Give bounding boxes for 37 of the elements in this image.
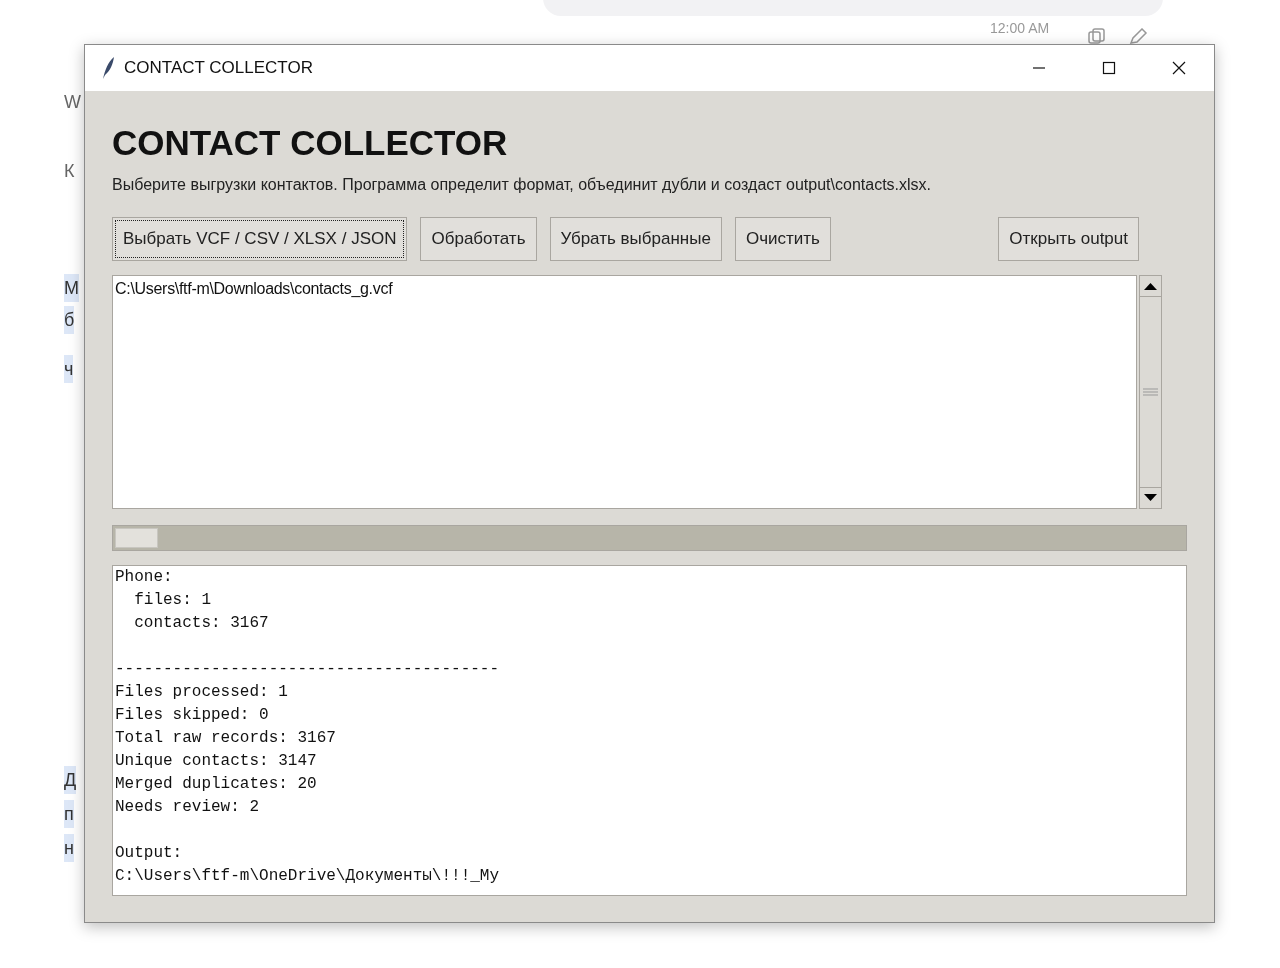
chat-text-fragment: п — [64, 800, 74, 828]
window-title: CONTACT COLLECTOR — [124, 57, 313, 80]
log-line: files: 1 — [133, 590, 212, 611]
pencil-icon — [1128, 28, 1148, 44]
chat-text-fragment: б — [64, 306, 75, 334]
log-line: Phone: — [115, 567, 174, 588]
log-line: contacts: 3167 — [133, 613, 270, 634]
scrollbar[interactable] — [1139, 275, 1162, 509]
feather-icon — [101, 56, 115, 80]
log-line: Files skipped: 0 — [115, 705, 270, 726]
toolbar-button[interactable]: Убрать выбранные — [549, 217, 722, 261]
toolbar-button[interactable]: Открыть output — [998, 217, 1139, 261]
log-line: Needs review: 2 — [115, 797, 261, 818]
log-line: C:\Users\ftf-m\OneDrive\Документы\!!!_My — [115, 866, 501, 887]
log-line: Files processed: 1 — [115, 682, 289, 703]
log-line: ---------------------------------------- — [115, 659, 501, 680]
file-list-item[interactable]: C:\Users\ftf-m\Downloads\contacts_g.vcf — [115, 278, 1136, 300]
toolbar-button[interactable]: Очистить — [734, 217, 831, 261]
close-icon[interactable] — [1172, 61, 1186, 75]
chat-text-fragment: W — [64, 91, 81, 114]
toolbar-button[interactable]: Обработать — [420, 217, 537, 261]
chat-text-fragment: М — [64, 274, 79, 302]
description-text: Выберите выгрузки контактов. Программа определит формат, объединит дубли и создаст output\contacts.xlsx. — [112, 175, 933, 195]
grip-icon — [1143, 387, 1158, 397]
chat-text-fragment: ч — [64, 355, 74, 383]
log-line: Unique contacts: 3147 — [115, 751, 318, 772]
log-line: Output: — [115, 843, 184, 864]
app-heading: CONTACT COLLECTOR — [112, 122, 509, 164]
chat-text-fragment: К — [64, 160, 75, 183]
chat-text-fragment: Д — [64, 766, 77, 794]
copy-icon — [1088, 28, 1106, 44]
log-line: Total raw records: 3167 — [115, 728, 337, 749]
message-time: 12:00 AM — [990, 19, 1050, 38]
log-line: Merged duplicates: 20 — [115, 774, 318, 795]
toolbar-button[interactable]: Выбрать VCF / CSV / XLSX / JSON — [112, 217, 408, 261]
maximize-icon[interactable] — [1102, 61, 1116, 75]
chat-text-fragment: н — [64, 834, 74, 862]
